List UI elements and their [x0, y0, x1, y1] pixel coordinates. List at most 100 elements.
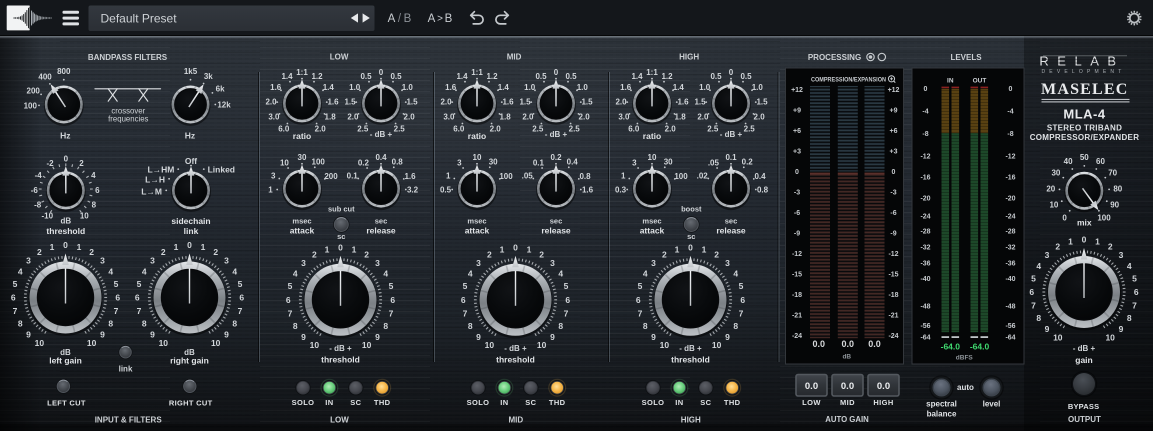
svg-text:3k: 3k — [204, 72, 213, 81]
svg-text:1: 1 — [352, 244, 357, 254]
svg-text:0.4: 0.4 — [567, 157, 579, 166]
svg-text:1: 1 — [446, 172, 451, 181]
svg-text:6: 6 — [11, 293, 16, 303]
svg-text:RIGHT CUT: RIGHT CUT — [169, 399, 213, 408]
svg-text:400: 400 — [38, 73, 52, 82]
svg-text:2.5: 2.5 — [707, 124, 719, 133]
svg-text:1.6: 1.6 — [445, 83, 457, 92]
svg-text:A: A — [388, 13, 396, 25]
svg-text:L→HM: L→HM — [147, 165, 174, 175]
svg-text:0: 0 — [187, 240, 192, 250]
svg-text:2: 2 — [364, 250, 369, 260]
svg-text:threshold: threshold — [46, 226, 85, 236]
svg-text:1.6: 1.6 — [404, 172, 416, 181]
svg-text:1.4: 1.4 — [631, 72, 643, 81]
svg-text:IN: IN — [500, 398, 508, 407]
svg-text:AUTO GAIN: AUTO GAIN — [825, 415, 869, 424]
svg-text:2.0: 2.0 — [754, 112, 766, 121]
svg-text:6: 6 — [239, 293, 244, 303]
svg-text:threshold: threshold — [496, 355, 535, 365]
svg-text:1.0: 1.0 — [699, 83, 711, 92]
svg-text:10: 10 — [660, 340, 670, 350]
svg-text:-20: -20 — [1005, 195, 1015, 202]
svg-text:7: 7 — [288, 308, 293, 318]
svg-text:2.0: 2.0 — [404, 112, 416, 121]
svg-text:OUT: OUT — [973, 78, 987, 85]
svg-text:2.0: 2.0 — [615, 98, 627, 107]
svg-text:9: 9 — [26, 330, 31, 340]
svg-text:-18: -18 — [792, 292, 802, 299]
svg-text:-12: -12 — [1005, 153, 1015, 160]
svg-text:10: 10 — [1105, 332, 1115, 342]
svg-text:8: 8 — [92, 201, 97, 210]
svg-text:Linked: Linked — [208, 165, 235, 175]
svg-text:link: link — [184, 226, 199, 236]
svg-text:ratio: ratio — [643, 131, 661, 141]
svg-text:2.5: 2.5 — [532, 124, 544, 133]
svg-text:-8: -8 — [34, 201, 42, 210]
svg-text:10: 10 — [473, 153, 482, 162]
svg-text:9: 9 — [224, 330, 229, 340]
svg-text:0: 0 — [924, 86, 928, 93]
svg-text:1.4: 1.4 — [673, 83, 685, 92]
svg-text:0.5: 0.5 — [565, 72, 577, 81]
svg-text:1.8: 1.8 — [675, 112, 687, 121]
svg-text:-24: -24 — [888, 333, 898, 340]
svg-text:-4: -4 — [922, 109, 928, 116]
svg-text:3: 3 — [271, 172, 276, 181]
svg-text:1.2: 1.2 — [486, 72, 498, 81]
svg-text:-12: -12 — [920, 153, 930, 160]
svg-text:0: 0 — [63, 240, 68, 250]
svg-text:-18: -18 — [888, 292, 898, 299]
svg-text:BANDPASS FILTERS: BANDPASS FILTERS — [88, 53, 168, 62]
svg-text:6: 6 — [135, 293, 140, 303]
svg-text:Default Preset: Default Preset — [101, 12, 178, 26]
svg-text:6: 6 — [1029, 287, 1034, 297]
svg-text:8: 8 — [142, 319, 147, 329]
svg-text:ratio: ratio — [468, 131, 486, 141]
svg-text:4: 4 — [643, 269, 648, 279]
svg-text:0: 0 — [64, 155, 69, 164]
svg-text:4: 4 — [293, 269, 298, 279]
svg-text:1.2: 1.2 — [311, 72, 323, 81]
svg-text:-3: -3 — [794, 189, 800, 196]
svg-text:-4: -4 — [35, 171, 43, 180]
svg-text:STEREO TRIBAND: STEREO TRIBAND — [1047, 124, 1122, 133]
svg-text:3.0: 3.0 — [268, 112, 280, 121]
svg-text:10: 10 — [159, 338, 169, 348]
svg-text:boost: boost — [681, 205, 702, 214]
svg-text:COMPRESSION/EXPANSION: COMPRESSION/EXPANSION — [811, 77, 886, 84]
svg-text:+12: +12 — [791, 87, 803, 94]
svg-text:1.0: 1.0 — [524, 83, 536, 92]
svg-text:-36: -36 — [1005, 260, 1015, 267]
svg-text:2.0: 2.0 — [265, 98, 277, 107]
svg-text:9: 9 — [1045, 324, 1050, 334]
svg-text:-64: -64 — [920, 334, 930, 341]
svg-text:-40: -40 — [1005, 276, 1015, 283]
svg-text:-64: -64 — [1005, 334, 1015, 341]
svg-text:msec: msec — [467, 216, 486, 225]
svg-text:1.4: 1.4 — [498, 83, 510, 92]
svg-text:MID: MID — [507, 52, 522, 61]
svg-text:0.0: 0.0 — [842, 339, 855, 349]
svg-text:4: 4 — [468, 269, 473, 279]
svg-text:0: 0 — [513, 243, 518, 253]
svg-text:ratio: ratio — [293, 131, 311, 141]
svg-text:-64.0: -64.0 — [941, 342, 961, 352]
svg-text:9: 9 — [301, 332, 306, 342]
svg-text:-36: -36 — [920, 260, 930, 267]
svg-text:8: 8 — [108, 319, 113, 329]
svg-text:8: 8 — [232, 319, 237, 329]
svg-text:7: 7 — [389, 308, 394, 318]
svg-text:6k: 6k — [216, 85, 225, 94]
svg-text:0.2: 0.2 — [358, 158, 370, 167]
svg-text:10: 10 — [80, 212, 89, 221]
svg-text:30: 30 — [298, 153, 307, 162]
svg-text:800: 800 — [57, 67, 71, 76]
svg-text:PROCESSING: PROCESSING — [808, 53, 861, 62]
svg-text:8: 8 — [383, 321, 388, 331]
svg-text:- dB +: - dB + — [679, 344, 702, 353]
svg-text:LEFT CUT: LEFT CUT — [47, 399, 86, 408]
svg-text:1: 1 — [702, 244, 707, 254]
svg-text:6.0: 6.0 — [628, 124, 640, 133]
